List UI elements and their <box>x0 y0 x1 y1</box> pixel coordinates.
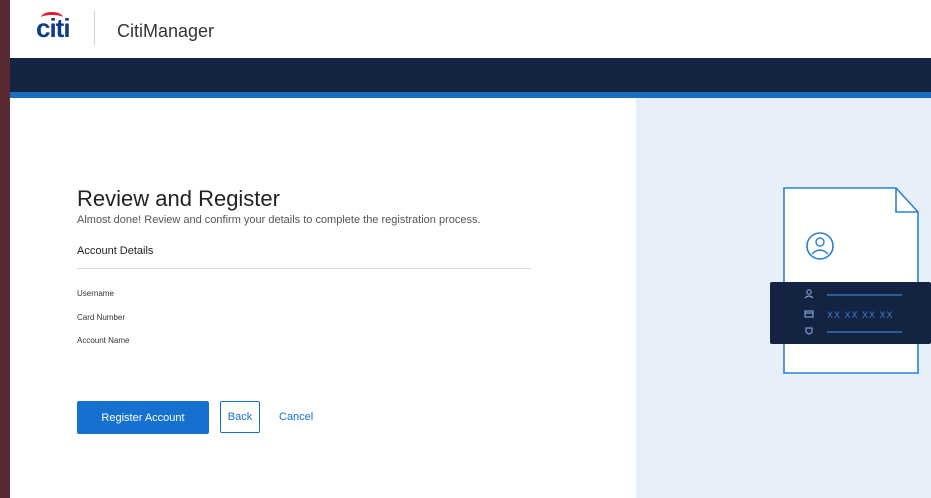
document-illustration: XX XX XX XX <box>770 187 931 374</box>
logo-arc <box>41 12 63 23</box>
header: citi CitiManager <box>10 0 931 58</box>
account-details-heading: Account Details <box>77 245 154 257</box>
app-title: CitiManager <box>117 21 215 41</box>
masked-card-number: XX XX XX XX <box>827 310 894 320</box>
main-content <box>10 98 636 498</box>
username-label: Username <box>77 289 114 298</box>
page-title: Review and Register <box>77 186 280 211</box>
citi-logo[interactable]: citi <box>36 12 71 44</box>
register-account-button[interactable]: Register Account <box>77 401 209 434</box>
header-divider <box>94 11 95 45</box>
back-button[interactable]: Back <box>220 401 260 433</box>
card-number-label: Card Number <box>77 313 126 322</box>
section-divider <box>77 268 531 269</box>
cancel-link[interactable]: Cancel <box>279 411 313 423</box>
account-name-label: Account Name <box>77 336 130 345</box>
top-navbar <box>10 58 931 92</box>
page-subtitle: Almost done! Review and confirm your det… <box>77 214 481 226</box>
